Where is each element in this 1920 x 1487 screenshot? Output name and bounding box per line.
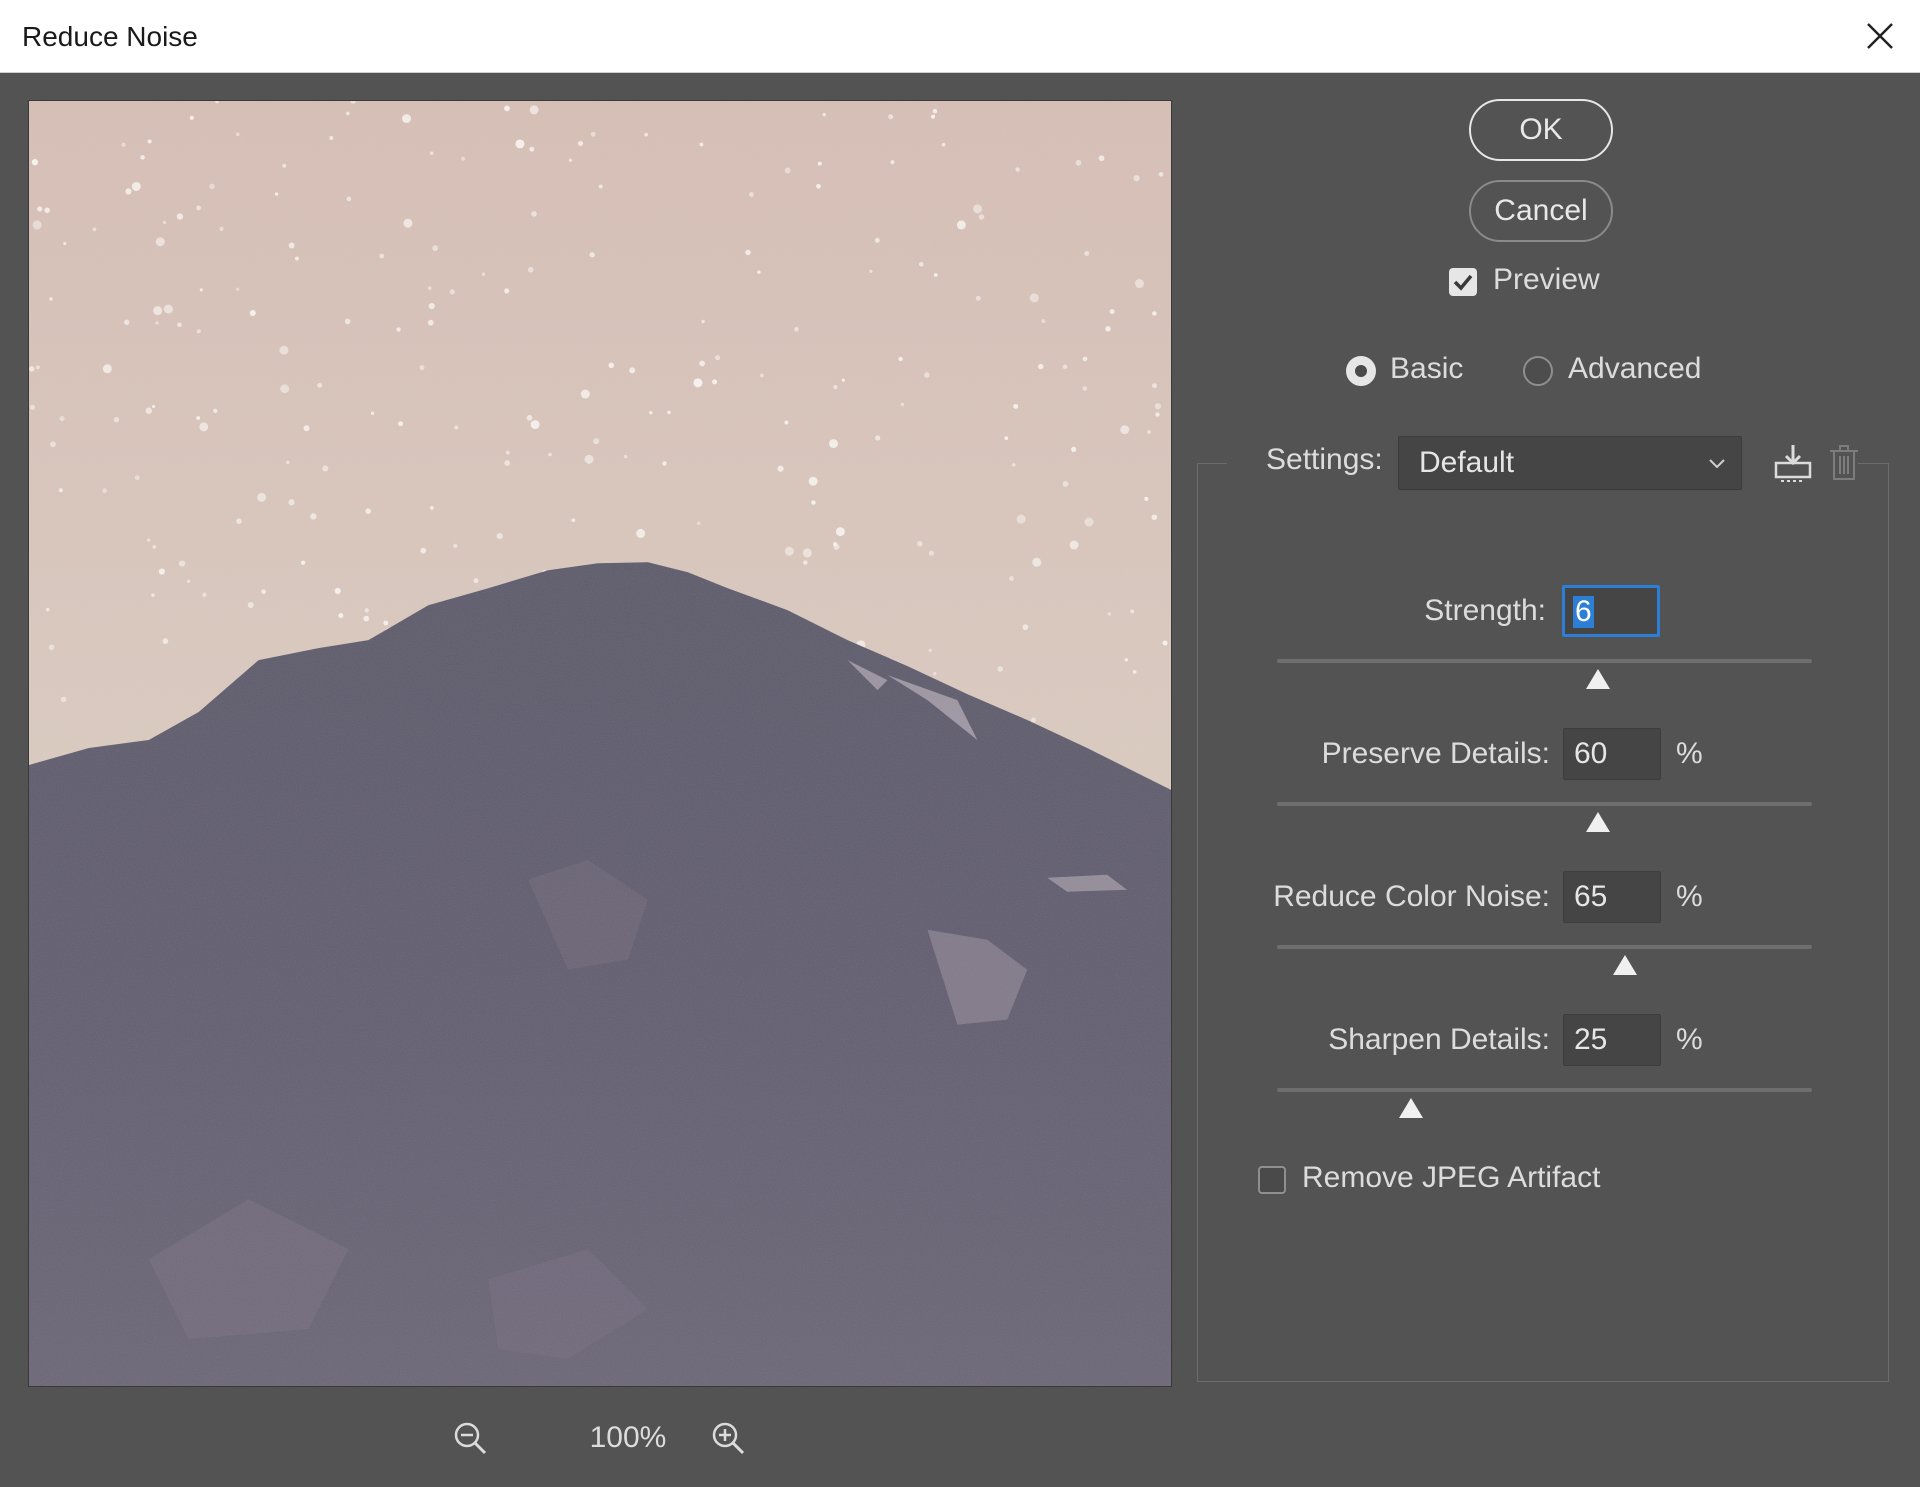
preserve-details-slider-track[interactable] xyxy=(1277,802,1812,806)
close-icon[interactable] xyxy=(1860,16,1900,56)
strength-input[interactable]: 6 xyxy=(1562,585,1660,637)
preview-label: Preview xyxy=(1493,263,1600,296)
sharpen-details-value: 25 xyxy=(1574,1023,1608,1056)
checkmark-icon xyxy=(1453,274,1473,291)
window-title: Reduce Noise xyxy=(22,21,198,52)
reduce-color-noise-unit: % xyxy=(1676,880,1703,913)
delete-settings-icon[interactable] xyxy=(1822,441,1866,485)
sharpen-details-label: Sharpen Details: xyxy=(1328,1023,1550,1056)
preserve-details-input[interactable]: 60 xyxy=(1563,728,1661,780)
zoom-in-icon[interactable] xyxy=(708,1418,748,1458)
preserve-details-unit: % xyxy=(1676,737,1703,770)
reduce-color-noise-slider-track[interactable] xyxy=(1277,945,1812,949)
preserve-details-slider-thumb[interactable] xyxy=(1585,811,1611,833)
basic-label: Basic xyxy=(1390,352,1464,385)
preview-image[interactable] xyxy=(28,100,1172,1387)
sharpen-details-slider-thumb[interactable] xyxy=(1398,1097,1424,1119)
reduce-noise-dialog: 100% OK Cancel Preview Basic Advanced Se… xyxy=(0,73,1920,1487)
advanced-label: Advanced xyxy=(1568,352,1702,385)
ok-button[interactable]: OK xyxy=(1469,99,1613,161)
sharpen-details-input[interactable]: 25 xyxy=(1563,1014,1661,1066)
reduce-color-noise-value: 65 xyxy=(1574,880,1608,913)
cancel-button[interactable]: Cancel xyxy=(1469,180,1613,242)
zoom-level: 100% xyxy=(589,1421,667,1454)
zoom-controls: 100% xyxy=(28,1408,1172,1468)
preview-checkbox[interactable] xyxy=(1449,268,1477,296)
title-bar: Reduce Noise xyxy=(0,0,1920,73)
basic-radio[interactable] xyxy=(1346,356,1376,386)
remove-jpeg-artifact-label: Remove JPEG Artifact xyxy=(1302,1161,1601,1194)
sharpen-details-slider-track[interactable] xyxy=(1277,1088,1812,1092)
chevron-down-icon xyxy=(1709,459,1725,469)
settings-value: Default xyxy=(1419,446,1515,479)
strength-slider-track[interactable] xyxy=(1277,659,1812,663)
mountain-night-sky-image xyxy=(29,101,1171,1386)
advanced-radio[interactable] xyxy=(1523,356,1553,386)
zoom-out-icon[interactable] xyxy=(450,1418,490,1458)
reduce-color-noise-input[interactable]: 65 xyxy=(1563,871,1661,923)
strength-label: Strength: xyxy=(1424,594,1546,627)
strength-value: 6 xyxy=(1573,595,1594,628)
settings-dropdown[interactable]: Default xyxy=(1398,436,1742,490)
preserve-details-value: 60 xyxy=(1574,737,1608,770)
preserve-details-label: Preserve Details: xyxy=(1321,737,1550,770)
settings-label: Settings: xyxy=(1266,443,1383,476)
strength-slider-thumb[interactable] xyxy=(1585,668,1611,690)
reduce-color-noise-slider-thumb[interactable] xyxy=(1612,954,1638,976)
reduce-color-noise-label: Reduce Color Noise: xyxy=(1273,880,1550,913)
sharpen-details-unit: % xyxy=(1676,1023,1703,1056)
remove-jpeg-artifact-checkbox[interactable] xyxy=(1258,1166,1286,1194)
save-settings-icon[interactable] xyxy=(1771,441,1815,485)
